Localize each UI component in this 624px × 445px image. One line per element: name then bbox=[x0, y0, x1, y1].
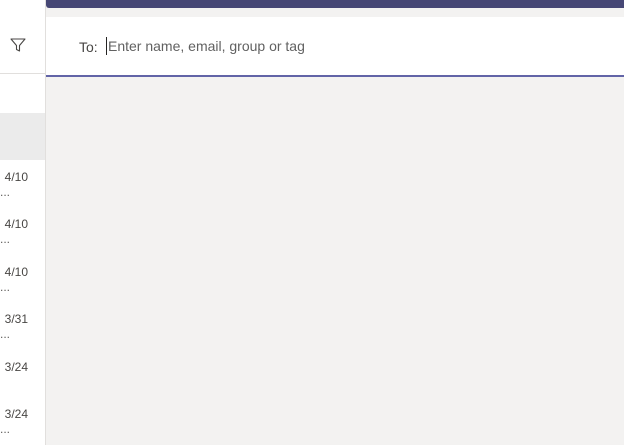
chat-date: 4/10 bbox=[4, 264, 28, 279]
chat-list-spacer bbox=[0, 74, 45, 113]
conversation-area bbox=[46, 77, 624, 445]
chat-list-item[interactable]: 4/10 ... bbox=[0, 160, 45, 207]
app-top-bar bbox=[46, 0, 624, 8]
selected-chat-item[interactable] bbox=[0, 113, 45, 160]
chat-list-item[interactable]: 4/10 ... bbox=[0, 255, 45, 302]
recipient-input[interactable] bbox=[106, 34, 588, 58]
new-chat-to-bar: To: bbox=[46, 17, 624, 77]
chat-list-pane: 4/10 ... 4/10 ... 4/10 ... 3/31 e... 3/2… bbox=[0, 0, 46, 445]
chat-list-item[interactable]: 3/24 bbox=[0, 350, 45, 397]
chat-date: 4/10 bbox=[4, 170, 28, 184]
chat-snippet: ... bbox=[0, 185, 10, 199]
chat-snippet: e... bbox=[0, 327, 10, 342]
to-label: To: bbox=[79, 39, 98, 55]
chat-snippet: ... bbox=[0, 232, 10, 247]
chat-list-item[interactable]: 3/31 e... bbox=[0, 302, 45, 349]
chat-date: 3/24 bbox=[4, 359, 28, 374]
chat-list: 4/10 ... 4/10 ... 4/10 ... 3/31 e... 3/2… bbox=[0, 160, 45, 444]
chat-date: 3/24 bbox=[4, 406, 28, 421]
chat-list-item[interactable]: 4/10 ... bbox=[0, 207, 45, 254]
chat-list-header bbox=[0, 0, 45, 74]
chat-date: 4/10 bbox=[4, 217, 28, 232]
filter-icon[interactable] bbox=[9, 36, 27, 54]
chat-snippet: ... bbox=[0, 279, 10, 294]
chat-date: 3/31 bbox=[4, 312, 28, 327]
chat-list-item[interactable]: 3/24 ... bbox=[0, 397, 45, 444]
chat-snippet: ... bbox=[0, 421, 10, 436]
